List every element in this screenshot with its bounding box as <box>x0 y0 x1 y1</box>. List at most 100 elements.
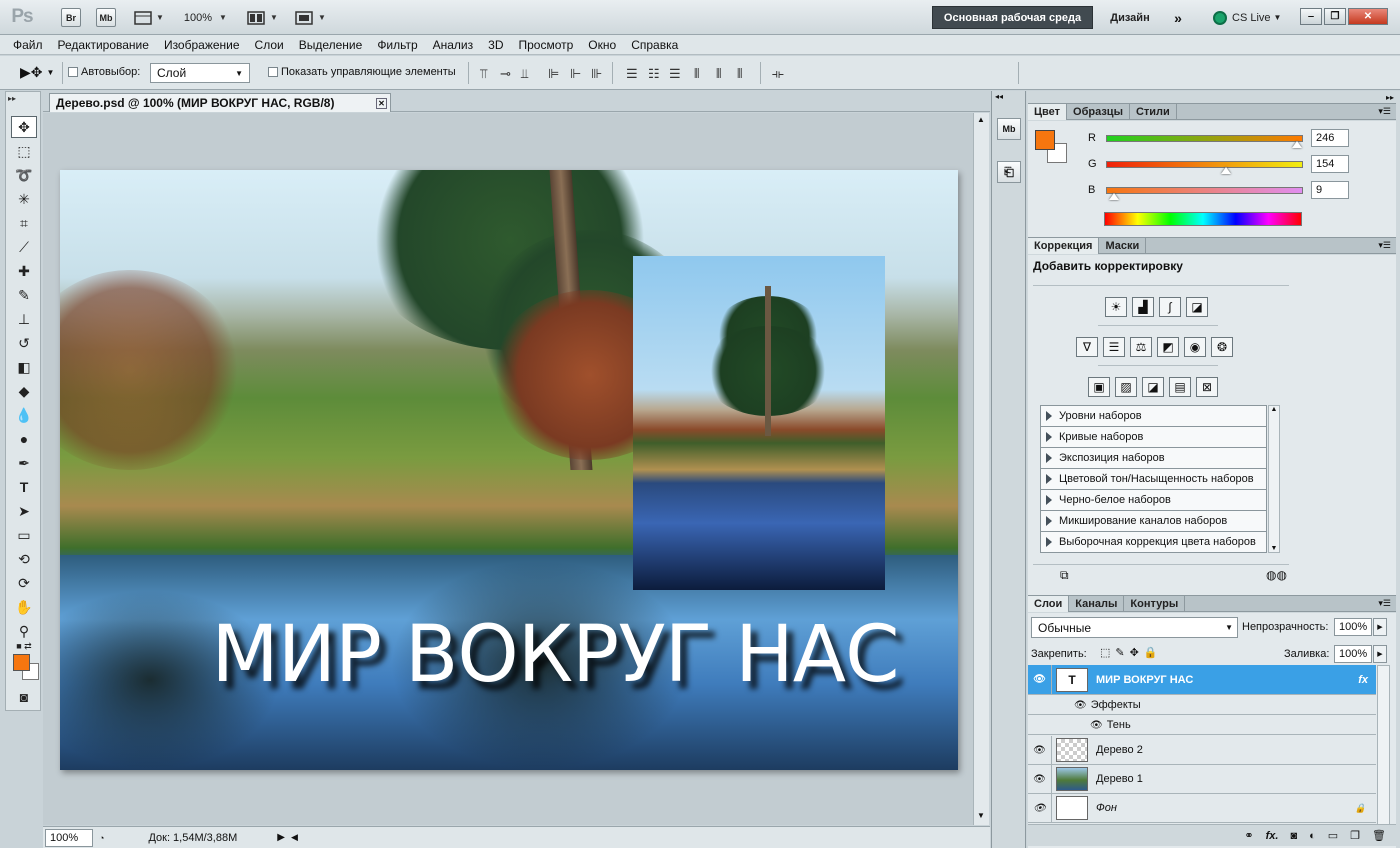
tab-paths[interactable]: Контуры <box>1124 596 1186 612</box>
clip-to-layer-icon[interactable]: ◍◍ <box>1266 568 1287 582</box>
photo-filter-icon[interactable]: ◉ <box>1184 337 1206 357</box>
scroll-up-icon[interactable]: ▲ <box>1269 406 1279 413</box>
invert-icon[interactable]: ▣ <box>1088 377 1110 397</box>
link-layers-icon[interactable]: ⚭ <box>1244 829 1253 842</box>
tab-layers[interactable]: Слои <box>1028 596 1070 612</box>
move-tool-preset-icon[interactable]: ▶✥ ▼ <box>20 64 54 81</box>
3d-orbit-tool-icon[interactable]: ⟳ <box>11 572 37 594</box>
menu-help[interactable]: Справка <box>631 38 678 52</box>
document-image[interactable]: МИР ВОКРУГ НАС <box>60 170 958 770</box>
scroll-left-icon[interactable]: ◀ <box>291 832 298 843</box>
black-white-icon[interactable]: ◩ <box>1157 337 1179 357</box>
rectangle-tool-icon[interactable]: ▭ <box>11 524 37 546</box>
channel-value-input[interactable]: 246 <box>1311 129 1349 147</box>
preset-item[interactable]: Уровни наборов <box>1041 406 1266 427</box>
menu-file[interactable]: Файл <box>13 38 43 52</box>
chevron-down-icon[interactable]: ▼ <box>217 8 229 27</box>
quick-mask-icon[interactable]: ◙ <box>11 686 37 708</box>
dodge-tool-icon[interactable]: ● <box>11 428 37 450</box>
preset-item[interactable]: Выборочная коррекция цвета наборов <box>1041 532 1266 553</box>
view-extras-icon[interactable] <box>132 8 154 27</box>
close-document-icon[interactable]: ✕ <box>376 97 387 109</box>
preset-item[interactable]: Микширование каналов наборов <box>1041 511 1266 532</box>
show-transform-controls-option[interactable]: Показать управляющие элементы <box>268 66 456 78</box>
selective-color-icon[interactable]: ⊠ <box>1196 377 1218 397</box>
visibility-eye-icon[interactable]: 👁 <box>1028 665 1052 694</box>
slider-thumb[interactable] <box>1220 166 1231 174</box>
menu-3d[interactable]: 3D <box>488 38 503 52</box>
new-adjustment-layer-icon[interactable]: ◐ <box>1309 830 1316 842</box>
dock-collapse-icon[interactable]: ◂◂ <box>995 92 1003 101</box>
preset-item[interactable]: Цветовой тон/Насыщенность наборов <box>1041 469 1266 490</box>
workspace-essentials-button[interactable]: Основная рабочая среда <box>932 6 1093 29</box>
menu-image[interactable]: Изображение <box>164 38 240 52</box>
tab-channels[interactable]: Каналы <box>1069 596 1125 612</box>
scroll-down-icon[interactable]: ▼ <box>977 811 985 820</box>
more-workspaces-button[interactable]: » <box>1168 8 1188 27</box>
tab-adjustments[interactable]: Коррекция <box>1028 238 1100 254</box>
layers-scrollbar[interactable] <box>1377 665 1390 827</box>
eraser-tool-icon[interactable]: ◧ <box>11 356 37 378</box>
move-tool-icon[interactable]: ✥ <box>11 116 37 138</box>
healing-brush-tool-icon[interactable]: ✚ <box>11 260 37 282</box>
fill-input[interactable]: 100% <box>1334 645 1372 663</box>
blend-mode-select[interactable]: Обычные ▼ <box>1031 617 1238 638</box>
gradient-map-icon[interactable]: ▤ <box>1169 377 1191 397</box>
brush-tool-icon[interactable]: ✎ <box>11 284 37 306</box>
visibility-eye-icon[interactable]: 👁 <box>1028 794 1052 822</box>
preset-item[interactable]: Экспозиция наборов <box>1041 448 1266 469</box>
zoom-level[interactable]: 100% <box>180 8 216 27</box>
preset-item[interactable]: Кривые наборов <box>1041 427 1266 448</box>
layer-row-tree-1[interactable]: 👁 Дерево 1 <box>1028 765 1376 794</box>
align-bottom-edges-icon[interactable]: ⫫ <box>521 66 531 82</box>
eyedropper-tool-icon[interactable]: ⟋ <box>11 236 37 258</box>
layer-effects-row[interactable]: 👁 Эффекты <box>1028 696 1376 715</box>
quick-selection-tool-icon[interactable]: ✳ <box>11 188 37 210</box>
lasso-tool-icon[interactable]: ➰ <box>11 164 37 186</box>
menu-edit[interactable]: Редактирование <box>58 38 149 52</box>
crop-tool-icon[interactable]: ⌗ <box>11 212 37 234</box>
add-mask-icon[interactable]: ◙ <box>1290 830 1297 842</box>
threshold-icon[interactable]: ◪ <box>1142 377 1164 397</box>
inset-photo-layer[interactable] <box>633 256 885 590</box>
maximize-button[interactable]: ❐ <box>1324 8 1346 25</box>
layer-row-background[interactable]: 👁 Фон 🔒 <box>1028 794 1376 823</box>
visibility-eye-icon[interactable]: 👁 <box>1090 720 1103 731</box>
minimize-button[interactable]: ‒ <box>1300 8 1322 25</box>
arrange-documents-icon[interactable] <box>245 8 267 27</box>
autoselect-checkbox[interactable] <box>68 67 78 77</box>
status-menu-arrow-icon[interactable]: ▶ <box>277 832 285 843</box>
color-balance-icon[interactable]: ⚖ <box>1130 337 1152 357</box>
image-headline-text[interactable]: МИР ВОКРУГ НАС <box>185 610 925 700</box>
align-horizontal-centers-icon[interactable]: ⊩ <box>570 66 584 82</box>
menu-select[interactable]: Выделение <box>299 38 363 52</box>
rectangular-marquee-tool-icon[interactable]: ⬚ <box>11 140 37 162</box>
panel-menu-icon[interactable]: ▾☰ <box>1378 104 1391 119</box>
align-left-edges-icon[interactable]: ⊫ <box>548 66 562 82</box>
distribute-top-icon[interactable]: ☰ <box>626 66 641 82</box>
distribute-horizontal-centers-icon[interactable]: ⫴ <box>716 66 724 82</box>
preset-item[interactable]: Черно-белое наборов <box>1041 490 1266 511</box>
color-foreground-swatch[interactable] <box>1035 130 1055 150</box>
zoom-tool-icon[interactable]: ⚲ <box>11 620 37 642</box>
cs-live-menu[interactable]: CS Live ▼ <box>1213 8 1293 27</box>
brightness-contrast-icon[interactable]: ☀ <box>1105 297 1127 317</box>
visibility-eye-icon[interactable]: 👁 <box>1074 700 1087 711</box>
menu-view[interactable]: Просмотр <box>518 38 573 52</box>
tab-styles[interactable]: Стили <box>1130 104 1177 120</box>
chevron-down-icon[interactable]: ▼ <box>268 8 280 27</box>
align-vertical-centers-icon[interactable]: ⊸ <box>500 66 514 82</box>
distribute-left-icon[interactable]: ⫴ <box>694 66 702 82</box>
auto-align-layers-icon[interactable]: ⟛ <box>772 66 787 82</box>
visibility-eye-icon[interactable]: 👁 <box>1028 765 1052 793</box>
channel-slider[interactable] <box>1106 160 1303 174</box>
visibility-eye-icon[interactable]: 👁 <box>1028 736 1052 764</box>
chevron-down-icon[interactable]: ▼ <box>154 8 166 27</box>
presets-scrollbar[interactable]: ▲ ▼ <box>1268 405 1280 553</box>
mini-bridge-button[interactable]: Mb <box>96 8 116 27</box>
default-colors-icon[interactable]: ■ ⇄ <box>11 640 37 652</box>
pen-tool-icon[interactable]: ✒ <box>11 452 37 474</box>
autoselect-option[interactable]: Автовыбор: <box>68 66 140 78</box>
panel-menu-icon[interactable]: ▾☰ <box>1378 238 1391 253</box>
channel-mixer-icon[interactable]: ❂ <box>1211 337 1233 357</box>
